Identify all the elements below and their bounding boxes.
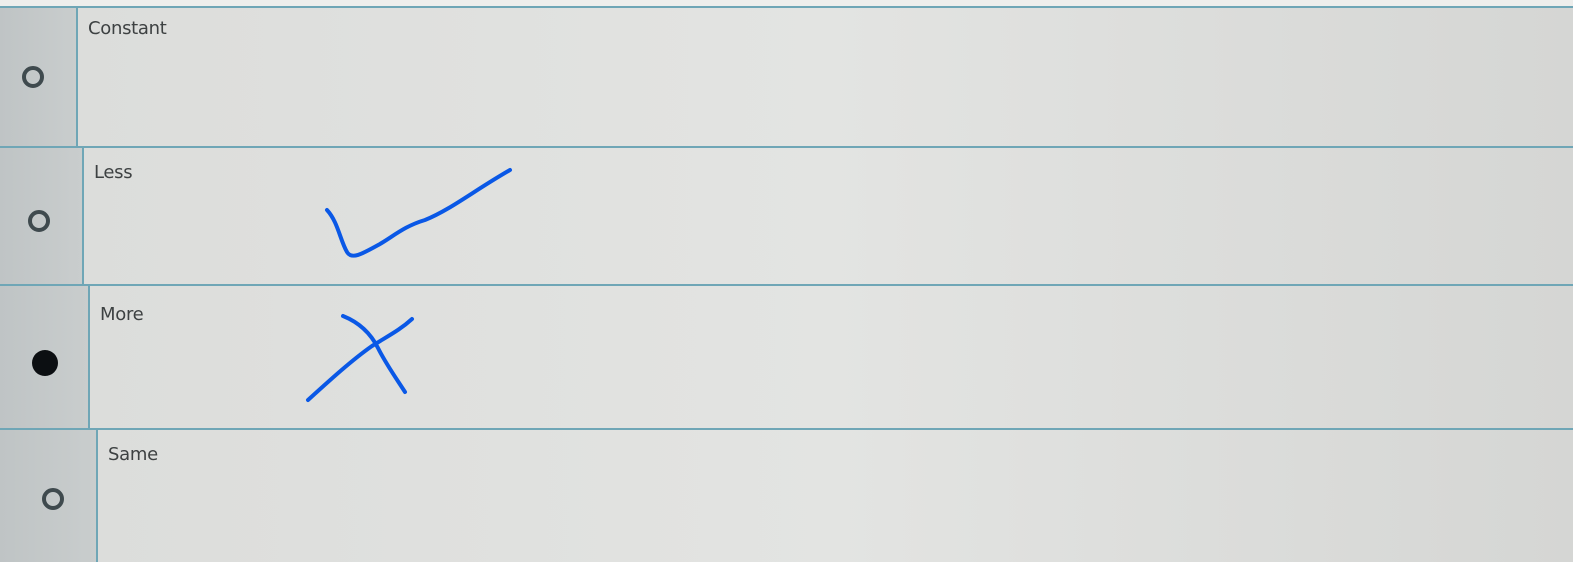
option-label-constant: Constant [88,18,167,39]
option-label-less: Less [94,162,133,183]
radio-cell [0,8,78,147]
label-cell: Same [98,430,1573,562]
radio-cell [0,430,98,562]
label-cell: More [90,286,1573,429]
answer-option-constant[interactable]: Constant [0,6,1573,148]
option-label-same: Same [108,444,158,465]
answer-option-more[interactable]: More [0,284,1573,430]
label-cell: Less [84,148,1573,287]
label-cell: Constant [78,8,1573,147]
answer-option-less[interactable]: Less [0,146,1573,288]
radio-button-more[interactable] [32,350,58,376]
radio-button-constant[interactable] [22,66,44,88]
option-label-more: More [100,304,144,325]
radio-cell [0,148,84,287]
quiz-page: Constant Less More Same [0,0,1573,562]
radio-cell [0,286,90,429]
answer-options-list: Constant Less More Same [0,0,1573,562]
radio-button-same[interactable] [42,488,64,510]
answer-option-same[interactable]: Same [0,428,1573,562]
radio-button-less[interactable] [28,210,50,232]
